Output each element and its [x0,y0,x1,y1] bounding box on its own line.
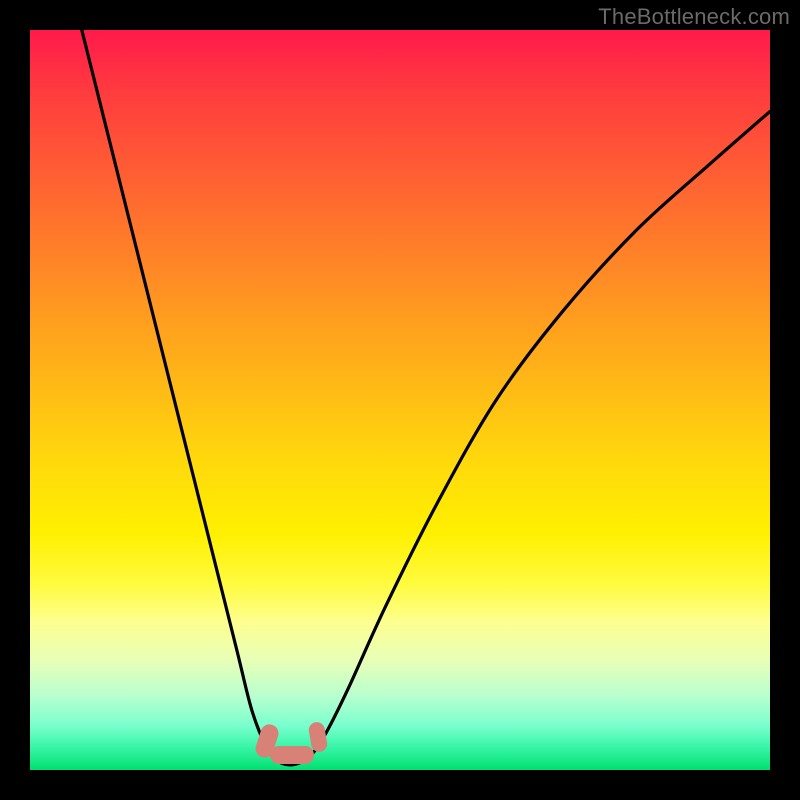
min-marker-base [270,746,314,764]
plot-area [30,30,770,770]
watermark-text: TheBottleneck.com [598,4,790,30]
chart-frame: TheBottleneck.com [0,0,800,800]
bottleneck-curve [30,30,770,770]
